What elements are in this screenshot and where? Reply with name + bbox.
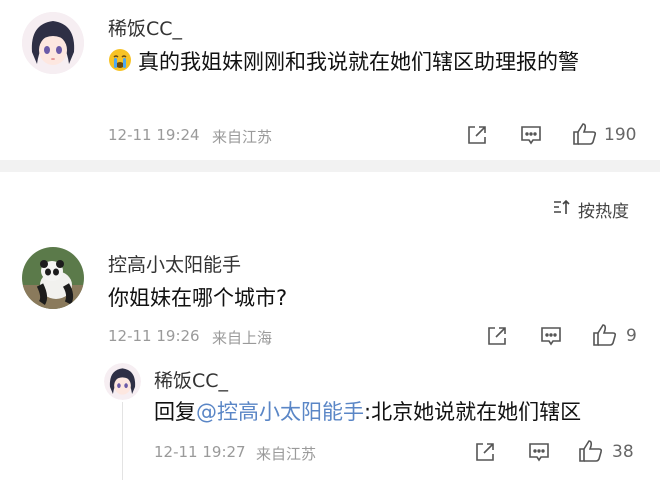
like-icon[interactable] (592, 323, 618, 347)
username[interactable]: 稀饭CC_ (108, 14, 182, 41)
like-count: 38 (612, 442, 634, 462)
like-icon[interactable] (578, 439, 604, 463)
username[interactable]: 控高小太阳能手 (108, 250, 241, 277)
divider (0, 160, 660, 172)
comment-icon[interactable] (528, 441, 550, 463)
sort-by-heat-button[interactable]: 按热度 (552, 197, 629, 222)
sort-label: 按热度 (578, 202, 629, 222)
share-icon[interactable] (466, 124, 488, 146)
comment-icon[interactable] (540, 325, 562, 347)
like-count: 190 (604, 125, 637, 145)
reply-prefix: 回复 (154, 400, 196, 424)
reply-text: 回复@控高小太阳能手:北京她说就在她们辖区 (154, 396, 654, 428)
comment-text: 你姐妹在哪个城市? (108, 286, 288, 310)
avatar[interactable] (22, 247, 84, 309)
thread-line (122, 402, 123, 480)
mention-link[interactable]: @控高小太阳能手 (196, 400, 364, 424)
avatar[interactable] (22, 12, 84, 74)
comment-icon[interactable] (520, 124, 542, 146)
comment-location: 来自上海 (212, 329, 273, 347)
sort-icon (552, 198, 572, 221)
comment-time: 12-11 19:27 (154, 443, 246, 461)
comment-location: 来自江苏 (212, 128, 273, 146)
comment-location: 来自江苏 (256, 445, 317, 463)
like-icon[interactable] (572, 122, 598, 146)
avatar[interactable] (104, 363, 141, 400)
comment-text: 真的我姐妹刚刚和我说就在她们辖区助理报的警 (138, 50, 579, 74)
comment-time: 12-11 19:24 (108, 126, 200, 144)
like-count: 9 (626, 326, 637, 346)
username[interactable]: 稀饭CC_ (154, 366, 228, 393)
reply-body: :北京她说就在她们辖区 (364, 400, 582, 424)
share-icon[interactable] (486, 325, 508, 347)
share-icon[interactable] (474, 441, 496, 463)
comment-time: 12-11 19:26 (108, 327, 200, 345)
